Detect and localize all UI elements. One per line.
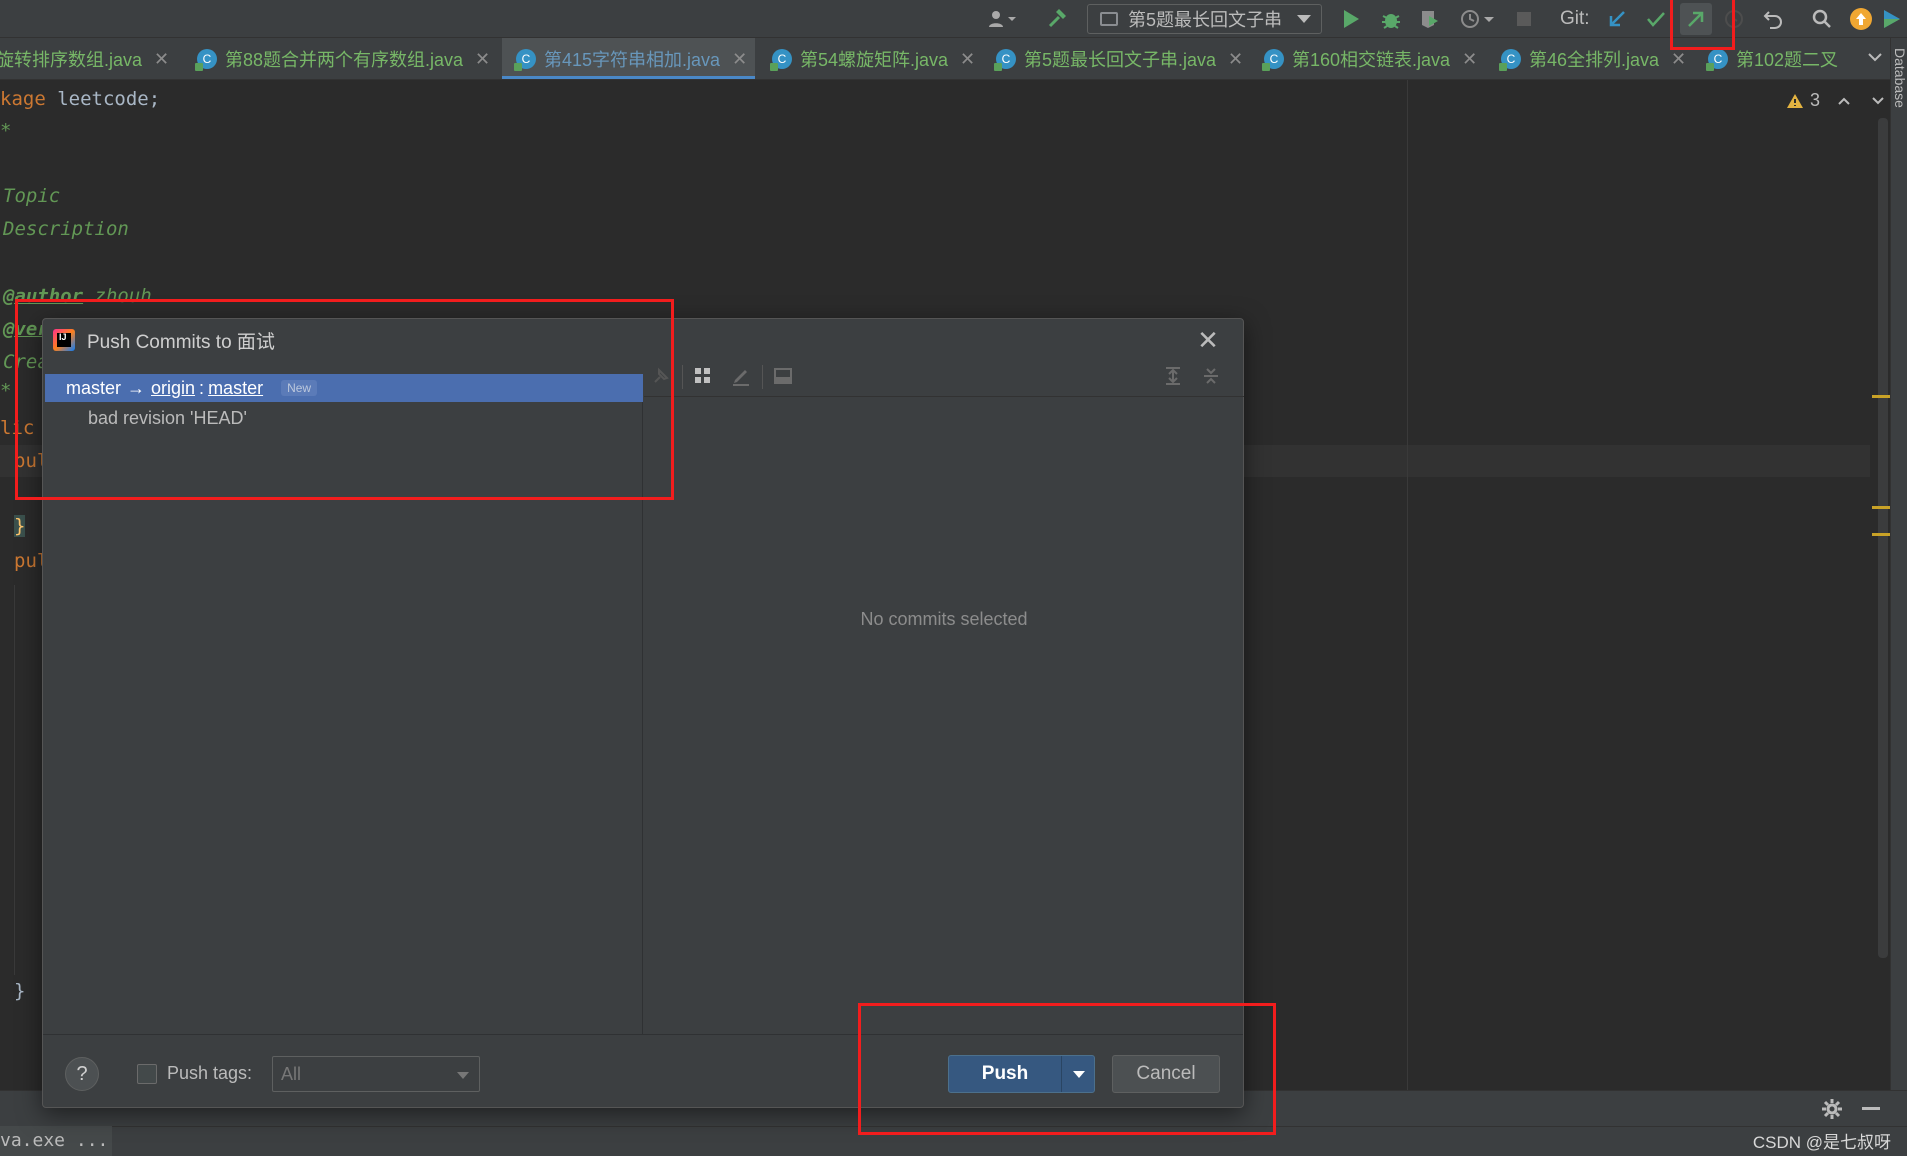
push-tags-label: Push tags: bbox=[167, 1063, 253, 1083]
tab-permutations[interactable]: C 第46全排列.java ✕ bbox=[1499, 38, 1686, 79]
keyword: kage bbox=[0, 88, 46, 110]
stop-icon[interactable] bbox=[1510, 5, 1538, 33]
close-icon[interactable]: ✕ bbox=[732, 49, 747, 70]
group-by-icon[interactable] bbox=[692, 365, 714, 387]
tab-label: 第46全排列.java bbox=[1529, 50, 1660, 70]
right-margin-guide bbox=[1407, 80, 1408, 1090]
config-icon bbox=[1100, 12, 1118, 26]
code-line: } bbox=[14, 515, 26, 537]
watermark: CSDN @是七叔呀 bbox=[1752, 1133, 1891, 1152]
git-label: Git: bbox=[1560, 8, 1590, 29]
process-status: va.exe ... bbox=[0, 1126, 112, 1156]
git-commit-icon[interactable] bbox=[1642, 5, 1670, 33]
close-icon[interactable]: ✕ bbox=[960, 49, 975, 70]
search-icon[interactable] bbox=[1808, 5, 1836, 33]
java-class-icon: C bbox=[770, 49, 792, 71]
annotation-highlight bbox=[858, 1003, 1276, 1135]
main-toolbar: 第5题最长回文子串 Git: bbox=[0, 0, 1907, 38]
close-icon[interactable]: ✕ bbox=[154, 49, 169, 70]
user-icon[interactable] bbox=[982, 5, 1022, 33]
profile-icon[interactable] bbox=[1456, 5, 1500, 33]
tab-spiral-matrix[interactable]: C 第54螺旋矩阵.java ✕ bbox=[770, 38, 975, 79]
database-tool-tab[interactable]: Database bbox=[1892, 48, 1907, 108]
java-class-icon: C bbox=[514, 49, 536, 71]
push-tags-checkbox[interactable] bbox=[137, 1064, 157, 1084]
gear-icon[interactable] bbox=[1820, 1097, 1844, 1121]
close-icon[interactable]: ✕ bbox=[1228, 49, 1243, 70]
java-class-icon: C bbox=[1262, 49, 1284, 71]
tab-label: 第5题最长回文子串.java bbox=[1024, 50, 1217, 70]
tab-longest-palindrome[interactable]: C 第5题最长回文子串.java ✕ bbox=[994, 38, 1243, 79]
tab-label: 第160相交链表.java bbox=[1292, 50, 1451, 70]
close-icon[interactable]: ✕ bbox=[475, 49, 490, 70]
annotation-highlight bbox=[1670, 0, 1735, 50]
minimize-icon[interactable] bbox=[1862, 1107, 1880, 1110]
chevron-down-icon[interactable] bbox=[1870, 93, 1886, 109]
java-class-icon: C bbox=[1706, 49, 1728, 71]
run-config-label: 第5题最长回文子串 bbox=[1128, 10, 1283, 30]
tab-label: 旋转排序数组.java bbox=[0, 50, 143, 70]
rollback-icon[interactable] bbox=[1760, 5, 1788, 33]
editor-tabs: 旋转排序数组.java ✕ C 第88题合并两个有序数组.java ✕ C 第4… bbox=[0, 38, 1907, 80]
editor-scrollbar[interactable] bbox=[1878, 118, 1888, 958]
build-hammer-icon[interactable] bbox=[1043, 5, 1071, 33]
tab-label: 第102题二叉 bbox=[1736, 50, 1839, 70]
code-line: } bbox=[14, 980, 26, 1002]
tab-label: 第88题合并两个有序数组.java bbox=[225, 50, 464, 70]
run-configuration-select[interactable]: 第5题最长回文子串 bbox=[1087, 4, 1322, 34]
inspection-widget[interactable]: 3 bbox=[1786, 90, 1886, 111]
code-line: * bbox=[0, 120, 12, 142]
chevron-down-icon[interactable] bbox=[1865, 47, 1885, 67]
close-icon[interactable]: ✕ bbox=[1193, 325, 1223, 355]
expand-all-icon[interactable] bbox=[1162, 365, 1184, 387]
edit-icon[interactable] bbox=[730, 365, 752, 387]
tags-select-value: All bbox=[281, 1064, 302, 1084]
warning-icon bbox=[1787, 93, 1803, 108]
chevron-down-icon bbox=[1297, 15, 1311, 23]
collapse-all-icon[interactable] bbox=[1200, 365, 1222, 387]
warning-count: 3 bbox=[1810, 90, 1821, 110]
chevron-up-icon[interactable] bbox=[1836, 93, 1852, 109]
tab-intersection-linked-list[interactable]: C 第160相交链表.java ✕ bbox=[1262, 38, 1477, 79]
warning-marker[interactable] bbox=[1872, 395, 1890, 398]
details-toolbar bbox=[644, 357, 1244, 397]
tab-string-add[interactable]: C 第415字符串相加.java ✕ bbox=[502, 38, 756, 79]
plugin-icon[interactable] bbox=[1880, 5, 1904, 33]
annotation-highlight bbox=[15, 299, 674, 500]
tab-merge-sorted-arrays[interactable]: C 第88题合并两个有序数组.java ✕ bbox=[195, 38, 490, 79]
tab-label: 第415字符串相加.java bbox=[544, 50, 721, 70]
tab-label: 第54螺旋矩阵.java bbox=[800, 50, 949, 70]
close-icon[interactable]: ✕ bbox=[1462, 49, 1477, 70]
code-line: Description bbox=[3, 218, 129, 240]
git-update-icon[interactable] bbox=[1603, 5, 1631, 33]
indent-guide bbox=[14, 585, 15, 975]
close-icon[interactable]: ✕ bbox=[1671, 49, 1686, 70]
java-class-icon: C bbox=[994, 49, 1016, 71]
warning-marker[interactable] bbox=[1872, 506, 1890, 509]
chevron-down-icon bbox=[457, 1072, 469, 1079]
right-tool-strip: Database bbox=[1890, 38, 1907, 1090]
preview-icon[interactable] bbox=[772, 365, 794, 387]
warning-marker[interactable] bbox=[1872, 533, 1890, 536]
code-line: Topic bbox=[3, 185, 61, 207]
java-class-icon: C bbox=[1499, 49, 1521, 71]
code-line: kage leetcode; bbox=[0, 88, 160, 110]
update-available-icon[interactable] bbox=[1847, 5, 1875, 33]
run-icon[interactable] bbox=[1337, 5, 1365, 33]
java-class-icon: C bbox=[195, 49, 217, 71]
code-text: leetcode; bbox=[45, 88, 161, 110]
empty-state-text: No commits selected bbox=[860, 609, 1028, 629]
tags-select[interactable]: All bbox=[272, 1056, 480, 1092]
tab-rotated-sorted-array[interactable]: 旋转排序数组.java ✕ bbox=[0, 38, 169, 79]
debug-icon[interactable] bbox=[1377, 5, 1405, 33]
coverage-icon[interactable] bbox=[1416, 5, 1444, 33]
code-line: * bbox=[0, 380, 12, 402]
help-button[interactable]: ? bbox=[65, 1057, 99, 1091]
